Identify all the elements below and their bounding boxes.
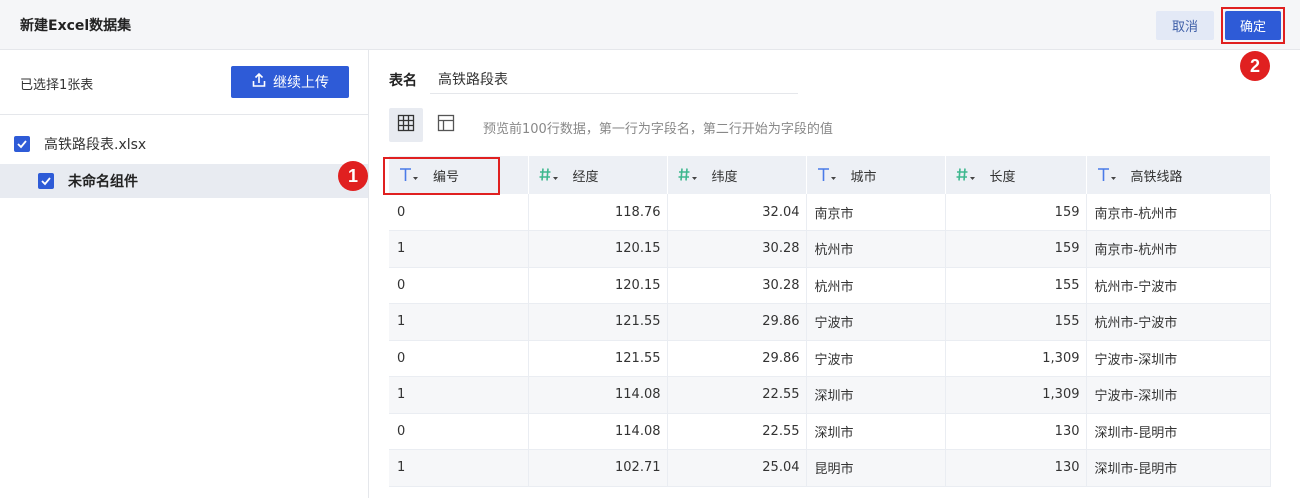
checkbox-checked-icon[interactable]	[14, 136, 30, 152]
table-cell: 130	[945, 449, 1087, 487]
column-header[interactable]: 高铁线路	[1086, 156, 1271, 194]
confirm-highlight-box	[1221, 7, 1285, 44]
column-header[interactable]: 长度	[945, 156, 1087, 194]
column-header-label: 城市	[850, 169, 877, 185]
column-header-label: 纬度	[711, 169, 738, 185]
table-cell: 120.15	[528, 267, 668, 304]
column-header[interactable]: 纬度	[667, 156, 807, 194]
table-cell: 29.86	[667, 340, 807, 377]
column-header[interactable]: 城市	[806, 156, 946, 194]
table-cell: 宁波市	[806, 340, 946, 377]
table-cell: 0	[389, 413, 529, 450]
table-row: 1 121.55 29.86 宁波市 155 杭州市-宁波市	[389, 303, 1271, 341]
table-cell: 114.08	[528, 413, 668, 450]
table-cell: 深圳市	[806, 376, 946, 414]
table-cell: 1	[389, 376, 529, 414]
file-item[interactable]: 高铁路段表.xlsx	[0, 128, 368, 160]
column-header-label: 经度	[572, 169, 599, 185]
table-row: 0 118.76 32.04 南京市 159 南京市-杭州市	[389, 194, 1271, 231]
table-cell: 深圳市-昆明市	[1086, 449, 1271, 487]
checkbox-checked-icon[interactable]	[38, 173, 54, 189]
grid-view-button[interactable]	[389, 108, 423, 142]
table-cell: 1	[389, 230, 529, 268]
text-type-icon[interactable]	[817, 167, 847, 183]
table-cell: 155	[945, 267, 1087, 304]
column-header-label: 长度	[989, 169, 1016, 185]
table-row: 1 102.71 25.04 昆明市 130 深圳市-昆明市	[389, 449, 1271, 487]
table-cell: 宁波市-深圳市	[1086, 376, 1271, 414]
table-cell: 25.04	[667, 449, 807, 487]
table-cell: 121.55	[528, 303, 668, 341]
table-cell: 1	[389, 449, 529, 487]
table-row: 0 120.15 30.28 杭州市 155 杭州市-宁波市	[389, 267, 1271, 304]
column-header[interactable]: 经度	[528, 156, 668, 194]
table-cell: 102.71	[528, 449, 668, 487]
table-name-label: 表名	[389, 73, 417, 89]
table-cell: 0	[389, 267, 529, 304]
table-cell: 南京市	[806, 194, 946, 231]
table-row: 1 120.15 30.28 杭州市 159 南京市-杭州市	[389, 230, 1271, 268]
upload-icon	[251, 72, 267, 92]
table-cell: 155	[945, 303, 1087, 341]
table-cell: 30.28	[667, 230, 807, 268]
table-cell: 29.86	[667, 303, 807, 341]
table-cell: 121.55	[528, 340, 668, 377]
table-cell: 杭州市-宁波市	[1086, 303, 1271, 341]
file-name: 高铁路段表.xlsx	[44, 137, 147, 153]
table-row: 0 114.08 22.55 深圳市 130 深圳市-昆明市	[389, 413, 1271, 450]
table-cell: 0	[389, 194, 529, 231]
table-row: 0 121.55 29.86 宁波市 1,309 宁波市-深圳市	[389, 340, 1271, 377]
table-cell: 22.55	[667, 413, 807, 450]
table-cell: 159	[945, 230, 1087, 268]
table-name-input[interactable]	[430, 64, 798, 94]
dialog-title: 新建Excel数据集	[20, 18, 132, 34]
table-cell: 南京市-杭州市	[1086, 194, 1271, 231]
table-cell: 22.55	[667, 376, 807, 414]
table-cell: 深圳市-昆明市	[1086, 413, 1271, 450]
table-cell: 118.76	[528, 194, 668, 231]
preview-hint: 预览前100行数据，第一行为字段名，第二行开始为字段的值	[483, 122, 833, 137]
step-badge-2: 2	[1240, 51, 1270, 81]
cancel-button[interactable]: 取消	[1156, 11, 1214, 40]
table-cell: 1,309	[945, 340, 1087, 377]
preview-table: 编号 经度 纬度 城市 长度 高铁线路 0 118.76 32.04 南京市 1…	[389, 156, 1271, 487]
card-view-button[interactable]	[429, 108, 463, 142]
column-highlight-box	[383, 157, 500, 195]
table-cell: 1	[389, 303, 529, 341]
table-cell: 杭州市	[806, 230, 946, 268]
number-type-icon[interactable]	[539, 167, 569, 183]
table-cell: 130	[945, 413, 1087, 450]
selected-count-text: 已选择1张表	[20, 78, 94, 93]
number-type-icon[interactable]	[678, 167, 708, 183]
left-panel: 已选择1张表 继续上传 高铁路段表.xlsx 未命名组件	[0, 50, 369, 498]
component-item[interactable]: 未命名组件	[0, 164, 368, 198]
table-cell: 120.15	[528, 230, 668, 268]
table-cell: 深圳市	[806, 413, 946, 450]
dialog-header: 新建Excel数据集 取消 确定	[0, 0, 1300, 50]
card-view-icon	[437, 114, 455, 136]
table-cell: 1,309	[945, 376, 1087, 414]
table-cell: 114.08	[528, 376, 668, 414]
table-row: 1 114.08 22.55 深圳市 1,309 宁波市-深圳市	[389, 376, 1271, 414]
table-cell: 159	[945, 194, 1087, 231]
step-badge-1: 1	[338, 161, 368, 191]
table-cell: 南京市-杭州市	[1086, 230, 1271, 268]
table-cell: 杭州市-宁波市	[1086, 267, 1271, 304]
column-header-label: 高铁线路	[1130, 169, 1183, 185]
table-cell: 杭州市	[806, 267, 946, 304]
table-cell: 30.28	[667, 267, 807, 304]
table-cell: 0	[389, 340, 529, 377]
continue-upload-button[interactable]: 继续上传	[231, 66, 349, 98]
table-header-row: 编号 经度 纬度 城市 长度 高铁线路	[389, 156, 1271, 194]
grid-view-icon	[397, 114, 415, 136]
number-type-icon[interactable]	[956, 167, 986, 183]
divider	[0, 114, 368, 115]
text-type-icon[interactable]	[1097, 167, 1127, 183]
upload-label: 继续上传	[273, 75, 329, 91]
table-cell: 宁波市	[806, 303, 946, 341]
table-cell: 宁波市-深圳市	[1086, 340, 1271, 377]
table-cell: 昆明市	[806, 449, 946, 487]
component-name: 未命名组件	[68, 174, 138, 190]
table-cell: 32.04	[667, 194, 807, 231]
